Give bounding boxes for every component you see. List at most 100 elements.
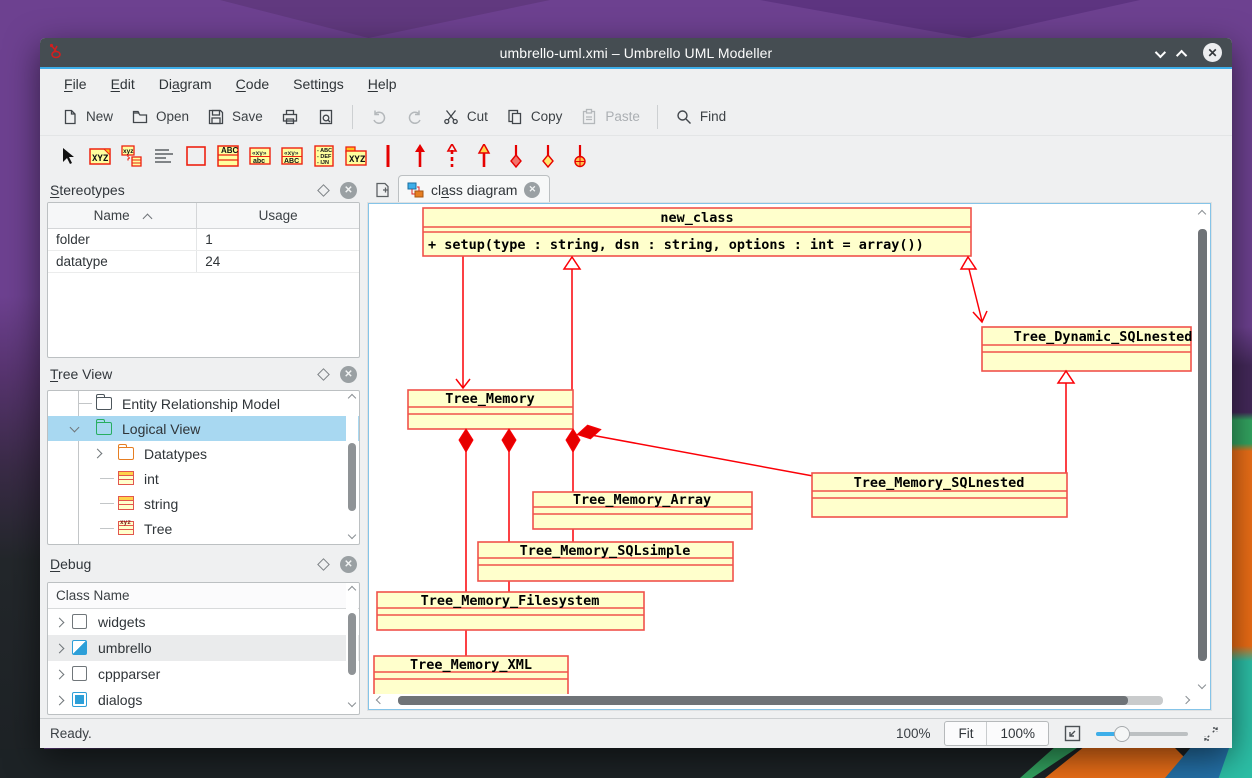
column-header-usage[interactable]: Usage <box>197 203 359 228</box>
object-tool[interactable]: xyz <box>116 141 148 171</box>
fullscreen-icon[interactable] <box>1202 725 1220 743</box>
find-button[interactable]: Find <box>666 103 735 131</box>
vertical-scrollbar[interactable] <box>1196 205 1209 694</box>
horizontal-scrollbar[interactable] <box>370 693 1196 708</box>
composition-tool[interactable] <box>500 141 532 171</box>
scroll-down-icon[interactable] <box>1198 681 1206 689</box>
expander-closed-icon[interactable] <box>55 670 65 680</box>
debug-dock-titlebar[interactable]: Debug ✕ <box>44 552 363 576</box>
menu-code[interactable]: Code <box>226 73 279 95</box>
titlebar[interactable]: umbrello-uml.xmi – Umbrello UML Modeller… <box>40 38 1232 67</box>
debug-row-umbrello[interactable]: umbrello <box>48 635 359 661</box>
relation-new_class-tree_dynamic[interactable] <box>969 269 982 321</box>
interface-tool[interactable]: ABC <box>212 141 244 171</box>
scroll-up-icon[interactable] <box>1198 210 1206 218</box>
scroll-down-icon[interactable] <box>348 699 356 707</box>
fit-page-icon[interactable] <box>1063 724 1082 743</box>
menu-help[interactable]: Help <box>358 73 407 95</box>
uml-class-tree_memory_xml[interactable]: Tree_Memory_XML <box>374 656 568 694</box>
fit-button[interactable]: Fit <box>945 722 986 745</box>
maximize-button[interactable] <box>1179 45 1187 61</box>
tree-item-entity-relationship-model[interactable]: Entity Relationship Model <box>48 391 359 416</box>
expander-closed-icon[interactable] <box>55 618 65 628</box>
tree-item-tree[interactable]: xyz Tree <box>48 516 359 541</box>
composition-tree_memory-sqlnested[interactable] <box>591 435 813 476</box>
menu-edit[interactable]: Edit <box>101 73 145 95</box>
copy-button[interactable]: Copy <box>497 103 572 131</box>
paste-button[interactable]: Paste <box>571 103 649 131</box>
checkbox-unchecked[interactable] <box>72 666 87 681</box>
close-dock-button[interactable]: ✕ <box>340 182 357 199</box>
scroll-left-icon[interactable] <box>376 696 384 704</box>
generalization-tool[interactable] <box>468 141 500 171</box>
new-button[interactable]: New <box>52 103 122 131</box>
table-row[interactable]: folder 1 <box>48 229 359 251</box>
scroll-up-icon[interactable] <box>348 394 356 402</box>
cursor-tool[interactable] <box>52 141 84 171</box>
close-dock-button[interactable]: ✕ <box>340 366 357 383</box>
scrollbar-thumb[interactable] <box>348 443 356 511</box>
enum-literals-tool[interactable]: - ABC- DEF- IJN <box>308 141 340 171</box>
scrollbar-thumb[interactable] <box>1198 229 1207 661</box>
open-button[interactable]: Open <box>122 103 198 131</box>
expander-closed-icon[interactable] <box>55 644 65 654</box>
undo-button[interactable] <box>361 103 397 131</box>
checkbox-unchecked[interactable] <box>72 614 87 629</box>
zoom-100-button[interactable]: 100% <box>986 722 1048 745</box>
zoom-slider[interactable] <box>1096 725 1188 743</box>
float-dock-icon[interactable] <box>317 184 330 197</box>
scroll-right-icon[interactable] <box>1182 696 1190 704</box>
table-row[interactable]: datatype 24 <box>48 251 359 273</box>
tree-item-string[interactable]: string <box>48 491 359 516</box>
print-button[interactable] <box>272 103 308 131</box>
association-tool[interactable] <box>372 141 404 171</box>
enum-tool[interactable]: «xy»ABC <box>276 141 308 171</box>
debug-column-header[interactable]: Class Name <box>48 583 359 609</box>
redo-button[interactable] <box>397 103 433 131</box>
minimize-button[interactable] <box>1155 45 1163 61</box>
checkbox-partial[interactable] <box>72 640 87 655</box>
expander-closed-icon[interactable] <box>93 449 103 459</box>
column-header-name[interactable]: Name <box>48 203 197 228</box>
uml-class-tree_memory_sqlsimple[interactable]: Tree_Memory_SQLsimple <box>478 542 733 581</box>
scroll-up-icon[interactable] <box>348 586 356 594</box>
float-dock-icon[interactable] <box>317 368 330 381</box>
checkbox-checked[interactable] <box>72 692 87 707</box>
tree-view-dock-titlebar[interactable]: Tree View ✕ <box>44 362 363 386</box>
stereotypes-dock-titlebar[interactable]: Stereotypes ✕ <box>44 178 363 202</box>
uml-class-tree_memory_sqlnested[interactable]: Tree_Memory_SQLnested <box>812 473 1067 517</box>
debug-row-widgets[interactable]: widgets <box>48 609 359 635</box>
menu-settings[interactable]: Settings <box>283 73 354 95</box>
containment-tool[interactable] <box>564 141 596 171</box>
close-button[interactable]: ✕ <box>1203 43 1222 62</box>
aggregation-tool[interactable] <box>532 141 564 171</box>
package-tool[interactable]: XYZ <box>340 141 372 171</box>
dependency-tool[interactable] <box>436 141 468 171</box>
uml-class-tree_memory_array[interactable]: Tree_Memory_Array <box>533 492 752 529</box>
expander-open-icon[interactable] <box>70 423 80 433</box>
datatype-tool[interactable]: «xy»abc <box>244 141 276 171</box>
cut-button[interactable]: Cut <box>433 103 497 131</box>
text-tool[interactable] <box>148 141 180 171</box>
close-dock-button[interactable]: ✕ <box>340 556 357 573</box>
class-tool[interactable]: XYZ <box>84 141 116 171</box>
debug-scrollbar[interactable] <box>346 583 358 714</box>
float-dock-icon[interactable] <box>317 558 330 571</box>
tree-item-int[interactable]: int <box>48 466 359 491</box>
tree-item-logical-view[interactable]: Logical View <box>48 416 359 441</box>
scroll-down-icon[interactable] <box>348 531 356 539</box>
debug-row-cppparser[interactable]: cppparser <box>48 661 359 687</box>
menu-diagram[interactable]: Diagram <box>149 73 222 95</box>
menu-file[interactable]: File <box>54 73 97 95</box>
debug-row-dialogs[interactable]: dialogs <box>48 687 359 713</box>
zoom-slider-handle[interactable] <box>1114 726 1130 742</box>
uml-class-tree_dynamic_sqlnested[interactable]: Tree_Dynamic_SQLnested <box>982 327 1192 371</box>
expander-closed-icon[interactable] <box>55 696 65 706</box>
tree-view-scrollbar[interactable] <box>346 391 358 545</box>
tab-class-diagram[interactable]: class diagram ✕ <box>398 175 550 203</box>
diagram-canvas[interactable]: new_class + setup(type : string, dsn : s… <box>368 203 1211 710</box>
uml-class-tree_memory[interactable]: Tree_Memory <box>408 390 573 429</box>
uni-association-tool[interactable] <box>404 141 436 171</box>
tab-close-button[interactable]: ✕ <box>524 182 540 198</box>
print-preview-button[interactable] <box>308 103 344 131</box>
